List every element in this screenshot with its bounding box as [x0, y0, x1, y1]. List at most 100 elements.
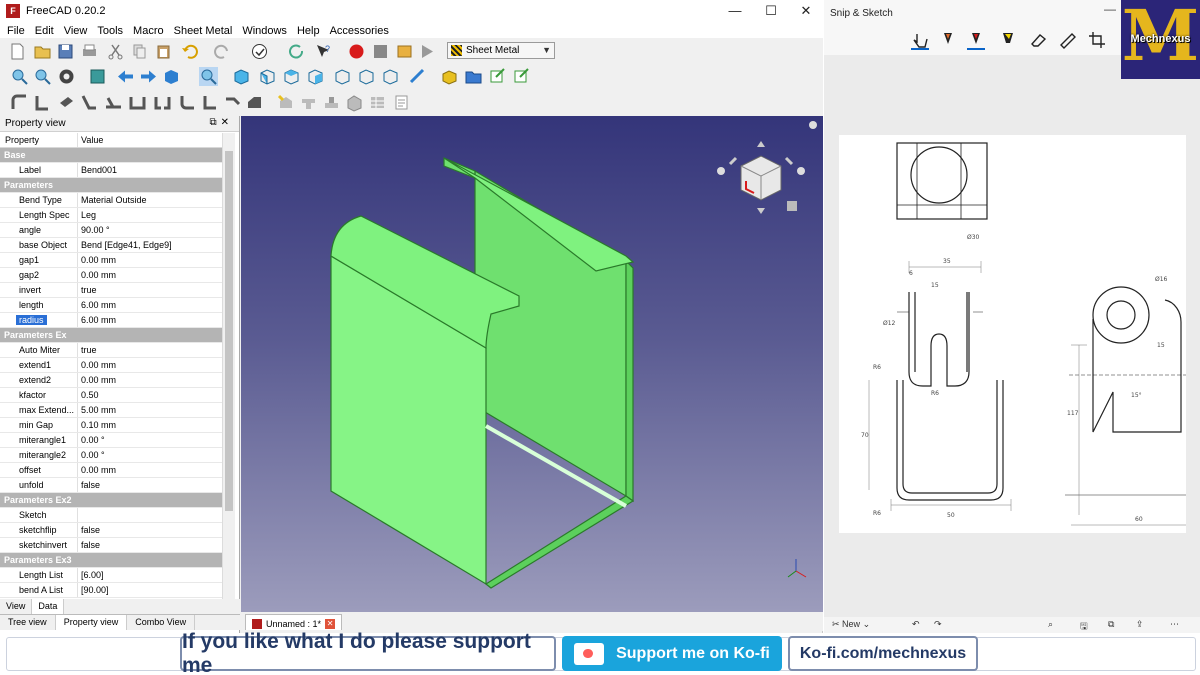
touch-writing-icon[interactable] — [909, 30, 931, 50]
property-row[interactable]: extend2 0.00 mm — [0, 373, 222, 388]
refresh-check-icon[interactable] — [250, 42, 269, 61]
property-row[interactable]: base Object Bend [Edge41, Edge9] — [0, 238, 222, 253]
property-group-header[interactable]: Parameters Ex3 — [0, 553, 222, 568]
forward-arrow-icon[interactable] — [139, 67, 158, 86]
property-row[interactable]: Length Spec Leg — [0, 208, 222, 223]
sketch-on-sheet-icon[interactable] — [201, 93, 220, 112]
report-icon[interactable] — [392, 93, 411, 112]
new-snip-button[interactable]: ✂ New ⌄ — [832, 619, 870, 630]
pencil-icon[interactable] — [965, 30, 987, 50]
junction-icon[interactable] — [153, 93, 172, 112]
execute-macro-icon[interactable] — [418, 42, 437, 61]
menu-windows[interactable]: Windows — [242, 25, 287, 37]
undo-icon[interactable] — [180, 42, 199, 61]
form-tool-icon[interactable] — [299, 93, 318, 112]
property-group-header[interactable]: Parameters Ex2 — [0, 493, 222, 508]
property-row[interactable]: gap2 0.00 mm — [0, 268, 222, 283]
tab-property-view[interactable]: Property view — [55, 615, 128, 630]
view-left-icon[interactable] — [381, 67, 400, 86]
snip-minimize-button[interactable]: — — [1104, 2, 1116, 16]
fold-icon[interactable] — [80, 93, 99, 112]
base-bend-icon[interactable] — [10, 93, 29, 112]
navigation-cube[interactable] — [717, 121, 817, 214]
menu-accessories[interactable]: Accessories — [330, 25, 389, 37]
corner-relief-icon[interactable] — [245, 93, 264, 112]
copy-snip-icon[interactable]: ⧉ — [1108, 619, 1114, 630]
property-row[interactable]: Auto Miter true — [0, 343, 222, 358]
extend-icon[interactable] — [223, 93, 242, 112]
tab-view[interactable]: View — [0, 599, 33, 614]
property-row[interactable]: invert true — [0, 283, 222, 298]
crop-icon[interactable] — [1087, 30, 1109, 50]
view-top-icon[interactable] — [282, 67, 301, 86]
workbench-selector[interactable]: Sheet Metal ▼ — [447, 42, 555, 59]
tab-tree-view[interactable]: Tree view — [0, 615, 56, 630]
property-row[interactable]: radius 6.00 mm — [0, 313, 222, 328]
draw-style-icon[interactable] — [57, 67, 76, 86]
fit-all-icon[interactable] — [10, 67, 29, 86]
create-group-icon[interactable] — [464, 67, 483, 86]
property-group-header[interactable]: Parameters Ex — [0, 328, 222, 343]
std-views-icon[interactable] — [162, 67, 181, 86]
property-scrollbar[interactable] — [222, 133, 235, 613]
property-row[interactable]: max Extend... 5.00 mm — [0, 403, 222, 418]
bend-icon[interactable] — [178, 93, 197, 112]
menu-help[interactable]: Help — [297, 25, 320, 37]
bounding-box-icon[interactable] — [88, 67, 107, 86]
property-row[interactable]: kfactor 0.50 — [0, 388, 222, 403]
property-row[interactable]: extend1 0.00 mm — [0, 358, 222, 373]
minimize-button[interactable]: — — [718, 0, 752, 22]
view-isometric-icon[interactable] — [232, 67, 251, 86]
panel-float-close-icons[interactable]: ⧉✕ — [209, 117, 233, 128]
property-row[interactable]: sketchinvert false — [0, 538, 222, 553]
redo-icon[interactable] — [213, 42, 232, 61]
zoom-icon[interactable] — [199, 67, 218, 86]
view-rear-icon[interactable] — [333, 67, 352, 86]
recompute-icon[interactable] — [287, 42, 306, 61]
scrollbar-thumb[interactable] — [225, 151, 233, 511]
cut-icon[interactable] — [106, 42, 125, 61]
solid-to-sheet-icon[interactable] — [345, 93, 364, 112]
add-base-icon[interactable] — [276, 93, 295, 112]
property-row[interactable]: min Gap 0.10 mm — [0, 418, 222, 433]
menu-sheet-metal[interactable]: Sheet Metal — [174, 25, 233, 37]
property-row[interactable]: length 6.00 mm — [0, 298, 222, 313]
ruler-icon[interactable] — [1057, 30, 1079, 50]
record-macro-icon[interactable] — [347, 42, 366, 61]
property-row[interactable]: Label Bend001 — [0, 163, 222, 178]
measure-icon[interactable] — [408, 67, 427, 86]
property-row[interactable]: miterangle2 0.00 ° — [0, 448, 222, 463]
property-row[interactable]: Bend Type Material Outside — [0, 193, 222, 208]
property-row[interactable]: unfold false — [0, 478, 222, 493]
property-row[interactable]: sketchflip false — [0, 523, 222, 538]
kofi-support-button[interactable]: Support me on Ko-fi — [562, 636, 782, 671]
property-row[interactable]: Sketch — [0, 508, 222, 523]
extrude-icon[interactable] — [57, 93, 76, 112]
new-document-icon[interactable] — [8, 42, 27, 61]
zoom-snip-icon[interactable]: ⌕ — [1048, 619, 1053, 630]
stop-macro-icon[interactable] — [371, 42, 390, 61]
view-front-icon[interactable] — [258, 67, 277, 86]
property-group-header[interactable]: Parameters — [0, 178, 222, 193]
forming-icon[interactable] — [322, 93, 341, 112]
property-row[interactable]: gap1 0.00 mm — [0, 253, 222, 268]
property-row[interactable]: bend A List [90.00] — [0, 583, 222, 598]
relief-icon[interactable] — [128, 93, 147, 112]
cutting-list-icon[interactable] — [368, 93, 387, 112]
close-button[interactable]: ✕ — [789, 0, 823, 22]
redo-snip-icon[interactable]: ↷ — [934, 619, 942, 630]
menu-file[interactable]: File — [7, 25, 25, 37]
document-tab[interactable]: Unnamed : 1* ✕ — [245, 614, 343, 630]
close-icon[interactable]: ✕ — [325, 618, 336, 629]
sheet-metal-model[interactable] — [241, 116, 823, 612]
save-icon[interactable] — [56, 42, 75, 61]
link-make-icon[interactable] — [488, 67, 507, 86]
view-bottom-icon[interactable] — [357, 67, 376, 86]
tab-combo-view[interactable]: Combo View — [127, 615, 196, 630]
property-row[interactable]: offset 0.00 mm — [0, 463, 222, 478]
maximize-button[interactable]: ☐ — [754, 0, 788, 22]
tab-data[interactable]: Data — [32, 599, 65, 614]
unfold-icon[interactable] — [104, 93, 123, 112]
more-options-icon[interactable]: ⋯ — [1170, 619, 1179, 630]
property-value-editor[interactable]: 6.00 mm — [78, 313, 222, 327]
